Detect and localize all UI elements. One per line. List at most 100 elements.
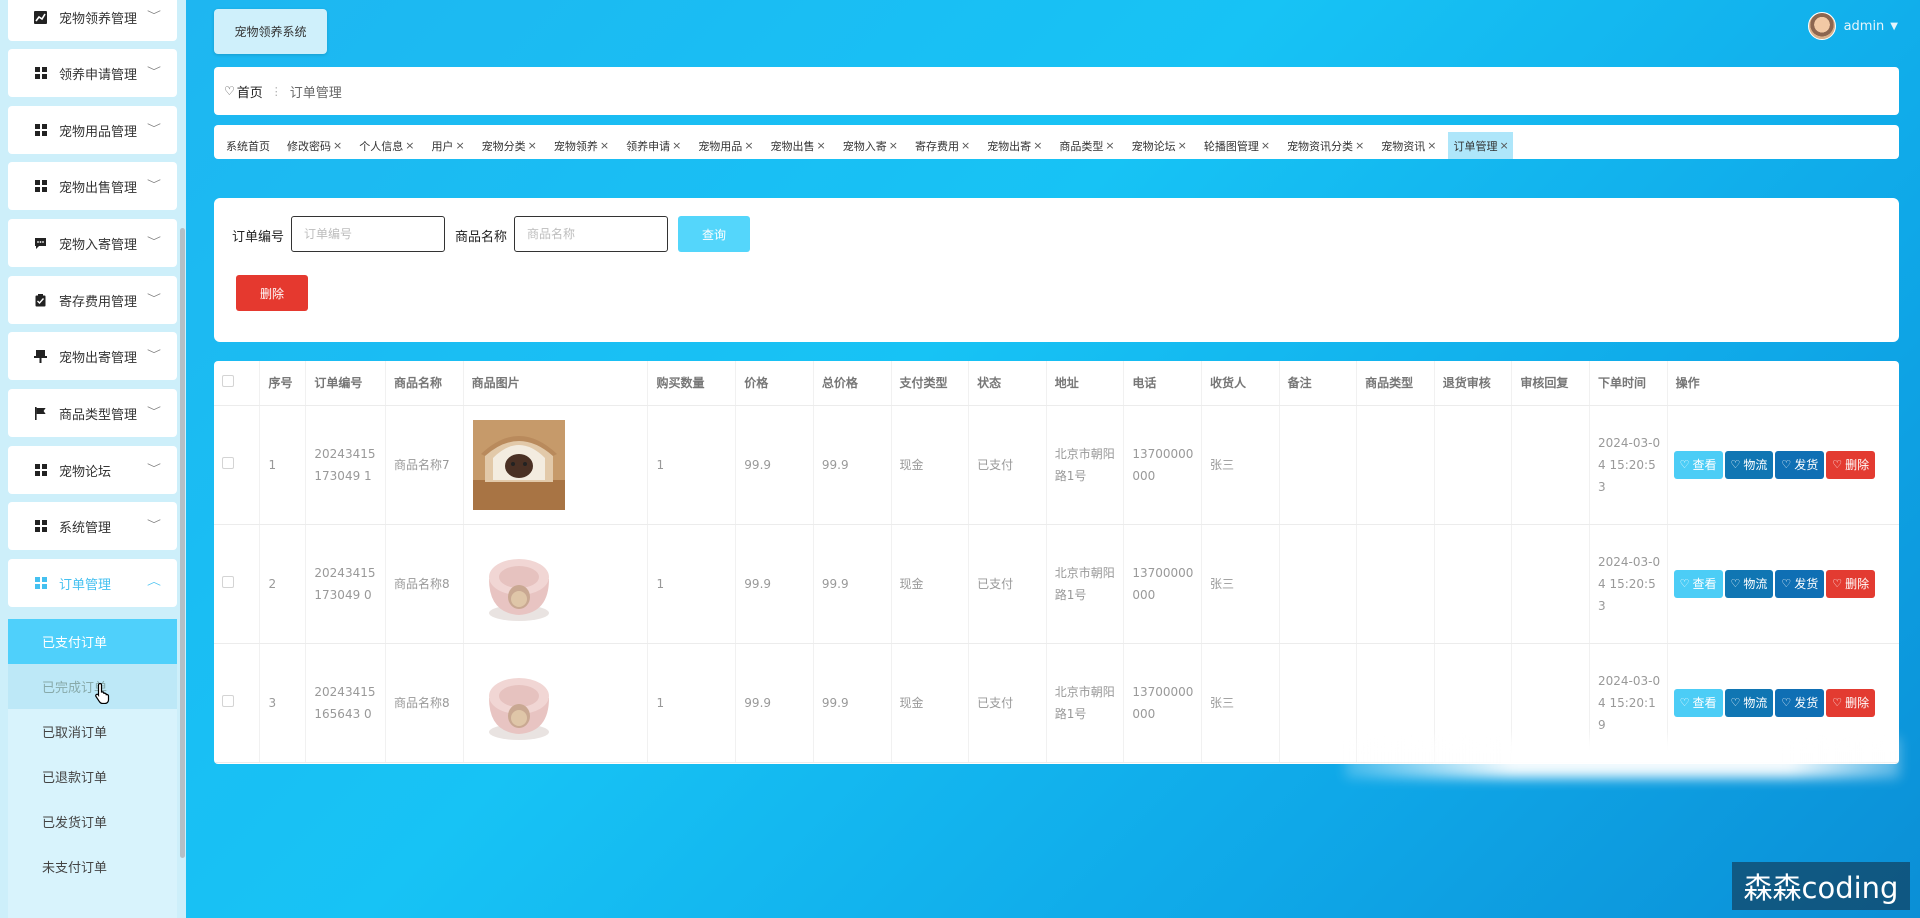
tag-6[interactable]: 领养申请 × [620,132,685,159]
tag-9[interactable]: 宠物入寄 × [837,132,902,159]
close-icon[interactable]: × [600,139,609,152]
order-no-input[interactable] [291,216,445,252]
logistics-button[interactable]: ♡ 物流 [1724,450,1774,479]
close-icon[interactable]: × [333,139,342,152]
tag-14[interactable]: 轮播图管理 × [1198,132,1274,159]
sidebar-menu-item[interactable]: 宠物论坛 ﹀ [8,446,177,494]
tag-2[interactable]: 个人信息 × [353,132,418,159]
submenu-item[interactable]: 已退款订单 [8,754,177,799]
select-all-checkbox[interactable] [222,375,234,388]
cell-return-review [1434,405,1513,525]
tag-7[interactable]: 宠物用品 × [692,132,757,159]
cell-return-review [1434,524,1513,644]
ship-button[interactable]: ♡ 发货 [1775,688,1825,717]
sidebar-menu-item[interactable]: 宠物领养管理 ﹀ [8,0,177,41]
sidebar-menu-item[interactable]: 订单管理 ︿ [8,559,177,607]
tag-15[interactable]: 宠物资讯分类 × [1281,132,1368,159]
flag-icon [34,406,47,420]
tag-11[interactable]: 宠物出寄 × [981,132,1046,159]
delete-button[interactable]: ♡ 删除 [1826,569,1876,598]
sidebar-menu-item[interactable]: 宠物用品管理 ﹀ [8,106,177,154]
submenu-item[interactable]: 未支付订单 [8,844,177,889]
tag-10[interactable]: 寄存费用 × [909,132,974,159]
pet-bed-image[interactable] [472,657,644,748]
sidebar-menu-item[interactable]: 领养申请管理 ﹀ [8,49,177,97]
close-icon[interactable]: × [1261,139,1270,152]
query-button[interactable]: 查询 [678,216,750,252]
close-icon[interactable]: × [1427,139,1436,152]
sidebar-menu-label: 寄存费用管理 [59,294,138,310]
sidebar-menu-item[interactable]: 宠物出寄管理 ﹀ [8,332,177,380]
tag-4[interactable]: 宠物分类 × [476,132,541,159]
close-icon[interactable]: × [405,139,414,152]
close-icon[interactable]: × [1033,139,1042,152]
delete-button[interactable]: ♡ 删除 [1826,450,1876,479]
close-icon[interactable]: × [528,139,537,152]
logistics-button[interactable]: ♡ 物流 [1724,688,1774,717]
select-all-cell [214,361,261,406]
ship-button-label: 发货 [1794,696,1819,710]
search-panel: 订单编号 商品名称 查询 删除 [214,198,1899,342]
tag-8[interactable]: 宠物出售 × [765,132,830,159]
sidebar-menu-item[interactable]: 宠物入寄管理 ﹀ [8,219,177,267]
close-icon[interactable]: × [817,139,826,152]
sidebar: 宠物领养管理 ﹀ 领养申请管理 ﹀ 宠物用品管理 ﹀ 宠物出售管理 ﹀ 宠物入寄管理 ﹀ 寄存费用管… [0,0,186,918]
submenu-item[interactable]: 已取消订单 [8,709,177,754]
user-menu[interactable]: admin ▼ [1807,12,1898,40]
close-icon[interactable]: × [744,139,753,152]
close-icon[interactable]: × [1178,139,1187,152]
cell-total: 99.9 [813,405,892,525]
view-button[interactable]: ♡ 查看 [1673,688,1723,717]
tag-label: 系统首页 [226,139,270,153]
row-checkbox[interactable] [222,575,234,588]
close-icon[interactable]: × [1355,139,1364,152]
row-checkbox[interactable] [222,456,234,469]
pet-house-image[interactable] [472,419,644,510]
ship-button[interactable]: ♡ 发货 [1775,569,1825,598]
pet-bed-image[interactable] [472,538,644,629]
row-select-cell [214,405,261,525]
cell-phone: 13700000000 [1123,643,1202,763]
delete-button[interactable]: ♡ 删除 [1826,688,1876,717]
submenu-item[interactable]: 已发货订单 [8,799,177,844]
tag-5[interactable]: 宠物领养 × [548,132,613,159]
logistics-button[interactable]: ♡ 物流 [1724,569,1774,598]
tag-16[interactable]: 宠物资讯 × [1375,132,1440,159]
close-icon[interactable]: × [1500,139,1509,152]
sidebar-menu-item[interactable]: 商品类型管理 ﹀ [8,389,177,437]
close-icon[interactable]: × [889,139,898,152]
close-icon[interactable]: × [1105,139,1114,152]
grid-icon [34,520,47,533]
sidebar-menu-item[interactable]: 宠物出售管理 ﹀ [8,162,177,210]
close-icon[interactable]: × [455,139,464,152]
view-button-label: 查看 [1692,458,1717,472]
tag-label: 个人信息 [359,139,404,153]
cell-pay-type: 现金 [891,643,970,763]
batch-delete-button[interactable]: 删除 [236,275,308,311]
submenu-item[interactable]: 已完成订单 [8,664,177,709]
cell-review-reply [1511,524,1590,644]
close-icon[interactable]: × [672,139,681,152]
product-name-input[interactable] [514,216,668,252]
tag-12[interactable]: 商品类型 × [1053,132,1118,159]
grid-icon [34,577,47,590]
sidebar-scrollbar[interactable] [180,228,185,858]
tag-13[interactable]: 宠物论坛 × [1126,132,1191,159]
submenu-item[interactable]: 已支付订单 [8,619,177,664]
glare-overlay [1345,738,1900,778]
breadcrumb-current: 订单管理 [289,85,342,101]
tag-1[interactable]: 修改密码 × [281,132,346,159]
ship-button[interactable]: ♡ 发货 [1775,450,1825,479]
view-button-label: 查看 [1692,577,1717,591]
brand-button[interactable]: 宠物领养系统 [214,9,327,54]
sidebar-menu-item[interactable]: 系统管理 ﹀ [8,502,177,550]
tag-0[interactable]: 系统首页 [220,132,274,159]
sidebar-menu-item[interactable]: 寄存费用管理 ﹀ [8,276,177,324]
close-icon[interactable]: × [961,139,970,152]
view-button[interactable]: ♡ 查看 [1673,450,1723,479]
breadcrumb-home[interactable]: 首页 [237,82,263,101]
tag-17[interactable]: 订单管理 × [1447,132,1513,159]
view-button[interactable]: ♡ 查看 [1673,569,1723,598]
row-checkbox[interactable] [222,694,234,707]
tag-3[interactable]: 用户 × [425,132,468,159]
